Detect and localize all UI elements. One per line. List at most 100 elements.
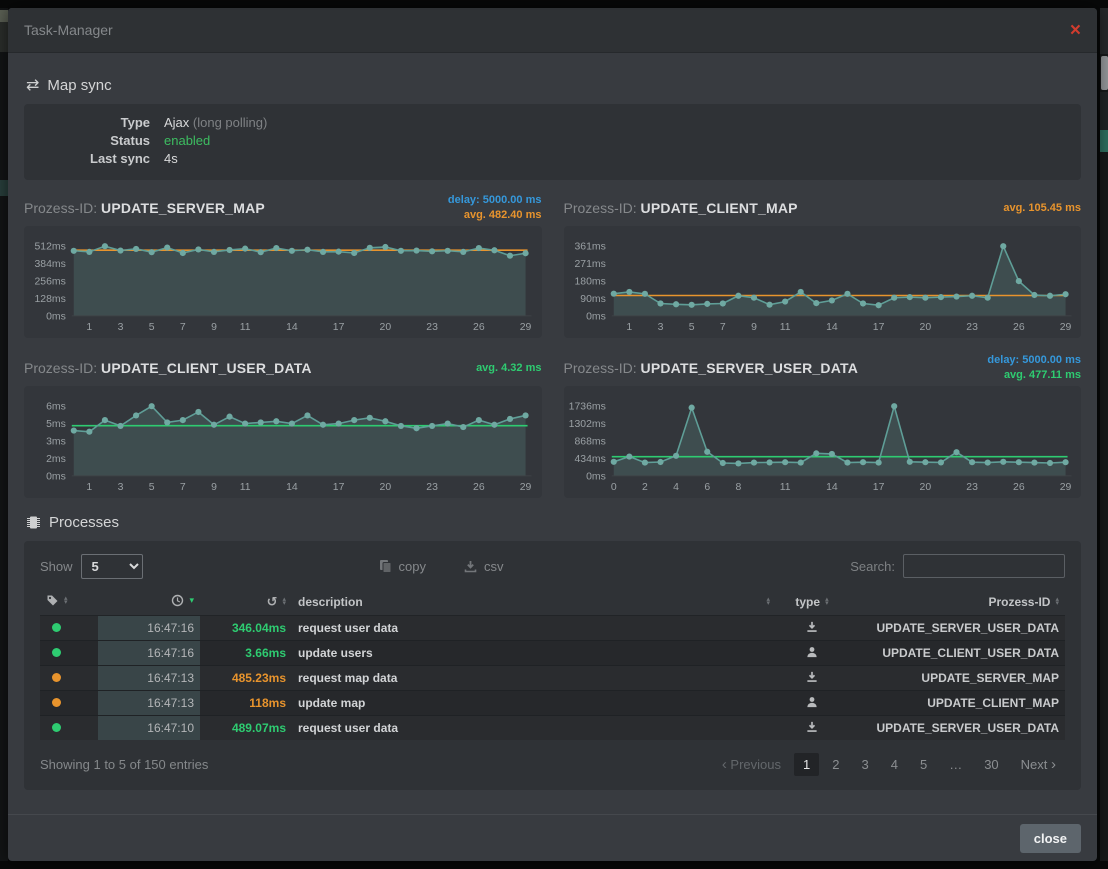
close-icon[interactable]: × bbox=[1070, 21, 1081, 40]
svg-text:6ms: 6ms bbox=[46, 402, 66, 413]
table-row[interactable]: 16:47:13118msupdate mapUPDATE_CLIENT_MAP bbox=[40, 691, 1065, 716]
pagination-page-30[interactable]: 30 bbox=[975, 753, 1007, 776]
chart-update_server_map: Prozess-ID: UPDATE_SERVER_MAPdelay: 5000… bbox=[24, 190, 542, 338]
prozess-id-cell: UPDATE_SERVER_USER_DATA bbox=[848, 716, 1065, 741]
pagination-page-4[interactable]: 4 bbox=[882, 753, 907, 776]
svg-text:3: 3 bbox=[118, 482, 124, 493]
pagination-page-2[interactable]: 2 bbox=[823, 753, 848, 776]
copy-icon bbox=[379, 559, 392, 573]
svg-text:1736ms: 1736ms bbox=[568, 402, 605, 413]
background-page-left bbox=[0, 8, 8, 861]
table-row[interactable]: 16:47:13485.23msrequest map dataUPDATE_S… bbox=[40, 666, 1065, 691]
chart-delay-badge: delay: 5000.00 ms bbox=[987, 353, 1081, 368]
pagination-next[interactable]: Next › bbox=[1012, 753, 1065, 776]
svg-text:0ms: 0ms bbox=[586, 471, 606, 482]
svg-text:9: 9 bbox=[751, 322, 757, 333]
svg-text:4: 4 bbox=[673, 482, 679, 493]
map-sync-info-row: TypeAjax (long polling) bbox=[40, 114, 1065, 132]
download-icon bbox=[806, 622, 818, 636]
svg-text:384ms: 384ms bbox=[34, 259, 65, 270]
chart-avg-badge: avg. 482.40 ms bbox=[448, 208, 542, 223]
processes-table-card: Show 5 copy bbox=[24, 541, 1081, 790]
svg-text:29: 29 bbox=[1059, 482, 1071, 493]
status-cell bbox=[40, 666, 98, 691]
column-header-status[interactable]: ▴▾ bbox=[40, 589, 98, 616]
chart-avg-badge: avg. 477.11 ms bbox=[987, 368, 1081, 383]
background-map-fragment bbox=[0, 10, 8, 22]
clock-icon bbox=[171, 594, 184, 607]
copy-button-label: copy bbox=[399, 559, 426, 574]
close-button[interactable]: close bbox=[1020, 824, 1081, 853]
svg-text:11: 11 bbox=[240, 322, 251, 333]
sort-descending-icon: ▾ bbox=[189, 596, 194, 605]
pagination-page-3[interactable]: 3 bbox=[852, 753, 877, 776]
modal-title: Task-Manager bbox=[24, 22, 113, 38]
svg-text:3ms: 3ms bbox=[46, 436, 66, 447]
pagination-previous[interactable]: ‹ Previous bbox=[713, 753, 790, 776]
history-icon: ↺ bbox=[267, 596, 278, 607]
type-cell bbox=[776, 666, 848, 691]
column-header-time[interactable]: ▾ bbox=[98, 589, 200, 616]
svg-text:17: 17 bbox=[872, 482, 884, 493]
svg-text:20: 20 bbox=[380, 482, 392, 493]
svg-text:0ms: 0ms bbox=[586, 311, 606, 322]
type-cell bbox=[776, 691, 848, 716]
svg-text:23: 23 bbox=[426, 322, 438, 333]
svg-text:2: 2 bbox=[642, 482, 648, 493]
show-entries-label: Show bbox=[40, 559, 73, 574]
svg-text:90ms: 90ms bbox=[580, 294, 606, 305]
svg-text:20: 20 bbox=[919, 322, 931, 333]
csv-button-label: csv bbox=[484, 559, 504, 574]
duration-cell: 346.04ms bbox=[200, 616, 292, 641]
chart-plot-area: 1736ms1302ms868ms434ms0ms024681114172023… bbox=[564, 386, 1082, 498]
svg-text:23: 23 bbox=[966, 482, 978, 493]
chart-badges: avg. 105.45 ms bbox=[1003, 201, 1081, 216]
search-input[interactable] bbox=[903, 554, 1065, 578]
status-dot bbox=[52, 698, 61, 707]
processes-heading-label: Processes bbox=[49, 514, 119, 531]
duration-cell: 485.23ms bbox=[200, 666, 292, 691]
svg-text:26: 26 bbox=[1013, 322, 1025, 333]
pagination-page-1[interactable]: 1 bbox=[794, 753, 819, 776]
sort-icon: ▴▾ bbox=[1055, 598, 1059, 606]
status-cell bbox=[40, 616, 98, 641]
pagination-page-5[interactable]: 5 bbox=[911, 753, 936, 776]
svg-text:26: 26 bbox=[473, 322, 485, 333]
info-value: 4s bbox=[164, 150, 178, 168]
svg-text:9: 9 bbox=[211, 482, 217, 493]
chart-update_server_user_data: Prozess-ID: UPDATE_SERVER_USER_DATAdelay… bbox=[564, 350, 1082, 498]
time-cell: 16:47:13 bbox=[98, 691, 200, 716]
status-cell bbox=[40, 716, 98, 741]
status-dot bbox=[52, 648, 61, 657]
chart-badges: avg. 4.32 ms bbox=[476, 361, 541, 376]
description-cell: update map bbox=[292, 691, 776, 716]
svg-text:180ms: 180ms bbox=[574, 276, 605, 287]
page-scrollbar-thumb[interactable] bbox=[1101, 56, 1108, 90]
chart-badges: delay: 5000.00 msavg. 477.11 ms bbox=[987, 353, 1081, 383]
copy-button[interactable]: copy bbox=[373, 558, 432, 575]
column-header-type[interactable]: type ▴▾ bbox=[776, 589, 848, 616]
svg-text:5: 5 bbox=[688, 322, 694, 333]
table-row[interactable]: 16:47:10489.07msrequest user dataUPDATE_… bbox=[40, 716, 1065, 741]
show-entries-select[interactable]: 5 bbox=[81, 554, 143, 579]
status-cell bbox=[40, 641, 98, 666]
sort-icon: ▴▾ bbox=[282, 598, 286, 606]
chart-update_client_user_data: Prozess-ID: UPDATE_CLIENT_USER_DATAavg. … bbox=[24, 350, 542, 498]
svg-text:1: 1 bbox=[86, 482, 92, 493]
info-label: Status bbox=[40, 132, 164, 150]
status-dot bbox=[52, 723, 61, 732]
duration-cell: 118ms bbox=[200, 691, 292, 716]
column-header-duration[interactable]: ↺ ▴▾ bbox=[200, 589, 292, 616]
table-row[interactable]: 16:47:163.66msupdate usersUPDATE_CLIENT_… bbox=[40, 641, 1065, 666]
svg-text:17: 17 bbox=[872, 322, 884, 333]
svg-text:14: 14 bbox=[286, 482, 298, 493]
column-header-prozess-id[interactable]: Prozess-ID ▴▾ bbox=[848, 589, 1065, 616]
svg-text:0: 0 bbox=[610, 482, 616, 493]
chart-avg-badge: avg. 4.32 ms bbox=[476, 361, 541, 376]
svg-text:11: 11 bbox=[779, 322, 790, 333]
svg-text:11: 11 bbox=[240, 482, 251, 493]
table-row[interactable]: 16:47:16346.04msrequest user dataUPDATE_… bbox=[40, 616, 1065, 641]
svg-text:8: 8 bbox=[735, 482, 741, 493]
column-header-description[interactable]: description ▴▾ bbox=[292, 589, 776, 616]
csv-button[interactable]: csv bbox=[458, 558, 510, 575]
